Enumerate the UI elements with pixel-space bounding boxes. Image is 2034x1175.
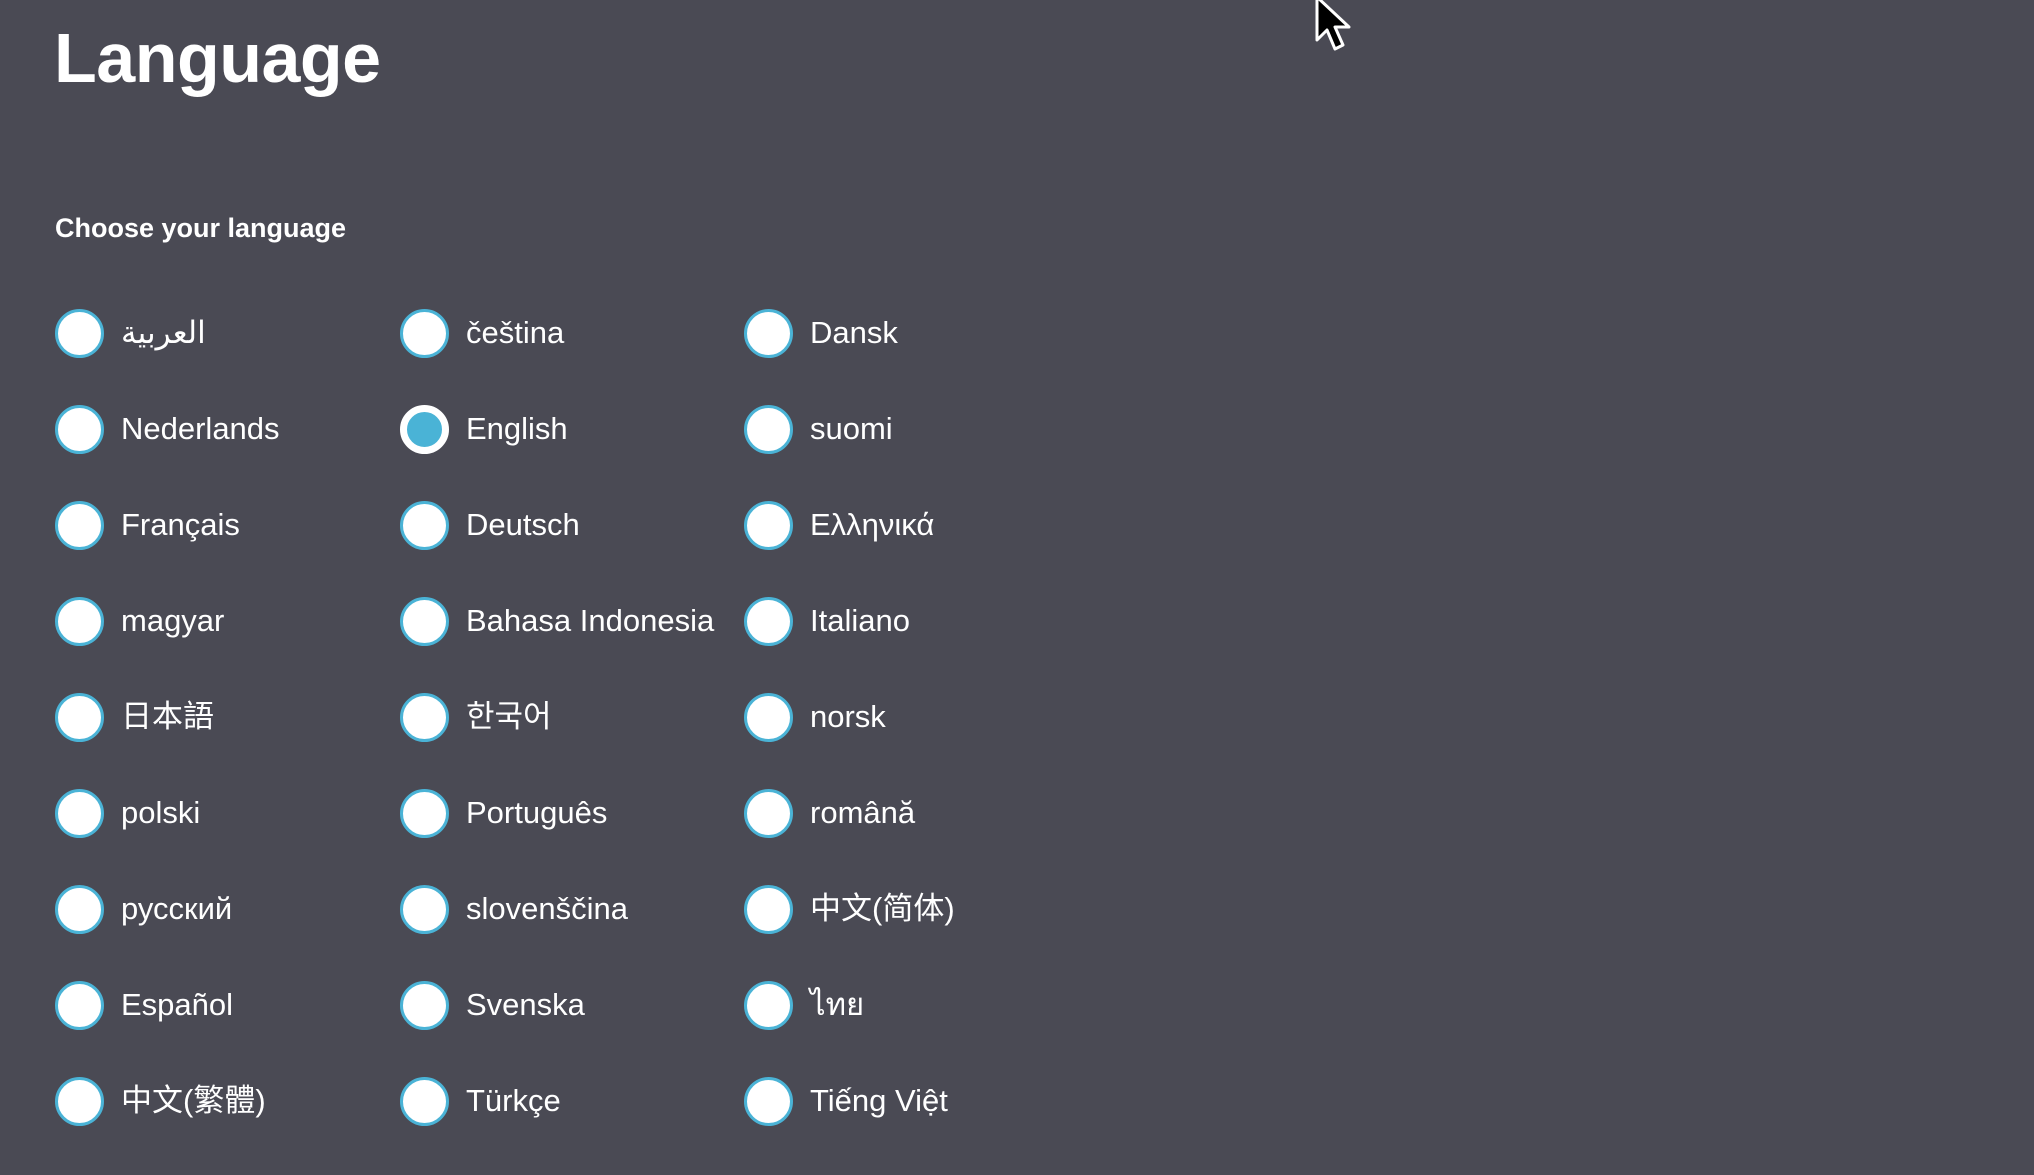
page-title: Language [54, 19, 381, 97]
language-settings-page: Language Choose your language العربية češ… [0, 0, 2034, 1175]
language-option-label: Français [121, 507, 240, 542]
language-option[interactable]: English [400, 381, 744, 477]
language-option[interactable]: 中文(繁體) [55, 1053, 400, 1149]
radio-button[interactable] [744, 692, 793, 742]
language-option[interactable]: Deutsch [400, 477, 744, 573]
language-option[interactable]: Türkçe [400, 1053, 744, 1149]
radio-button[interactable] [55, 1076, 104, 1126]
language-option[interactable]: slovenščina [400, 861, 744, 957]
section-subtitle: Choose your language [55, 213, 347, 243]
radio-button[interactable] [55, 308, 104, 358]
language-option[interactable]: Tiếng Việt [744, 1053, 1088, 1149]
language-option-label: Español [121, 987, 234, 1022]
language-option[interactable]: română [744, 765, 1088, 861]
language-option[interactable]: 한국어 [400, 669, 744, 765]
language-option-label: slovenščina [466, 891, 628, 926]
radio-button[interactable] [744, 788, 793, 838]
language-option-label: العربية [121, 315, 206, 350]
language-option-label: Svenska [466, 987, 585, 1022]
language-option[interactable]: русский [55, 861, 400, 957]
language-option-label: Deutsch [466, 507, 580, 542]
language-option-label: English [466, 411, 568, 446]
radio-button[interactable] [744, 404, 793, 454]
language-option-label: 中文(简体) [810, 891, 955, 926]
language-option[interactable]: magyar [55, 573, 400, 669]
language-option[interactable]: norsk [744, 669, 1088, 765]
radio-button[interactable] [400, 596, 449, 646]
language-radio-group: العربية čeština Dansk Nederlands English suom… [55, 285, 1088, 1149]
language-option[interactable]: polski [55, 765, 400, 861]
language-option[interactable]: Bahasa Indonesia [400, 573, 744, 669]
language-option-label: čeština [466, 315, 565, 350]
language-option[interactable]: Português [400, 765, 744, 861]
language-option[interactable]: Italiano [744, 573, 1088, 669]
language-option[interactable]: 中文(简体) [744, 861, 1088, 957]
language-option[interactable]: čeština [400, 285, 744, 381]
radio-button[interactable] [55, 596, 104, 646]
radio-button[interactable] [744, 500, 793, 550]
language-option[interactable]: Svenska [400, 957, 744, 1053]
language-option-label: norsk [810, 699, 886, 734]
language-option-label: 한국어 [466, 699, 552, 734]
language-option-label: русский [121, 891, 233, 926]
language-option-label: 中文(繁體) [121, 1083, 266, 1118]
language-option-label: română [810, 795, 916, 830]
radio-button[interactable] [55, 980, 104, 1030]
language-option-label: Tiếng Việt [810, 1083, 948, 1118]
radio-button[interactable] [55, 884, 104, 934]
language-option-label: magyar [121, 603, 225, 638]
radio-button[interactable] [744, 980, 793, 1030]
language-option-label: Ελληνικά [810, 507, 935, 542]
mouse-pointer-icon [1315, 0, 1351, 51]
language-option[interactable]: 日本語 [55, 669, 400, 765]
language-option[interactable]: suomi [744, 381, 1088, 477]
radio-button[interactable] [744, 596, 793, 646]
language-option-label: Bahasa Indonesia [466, 603, 715, 638]
language-option-label: Português [466, 795, 608, 830]
radio-button[interactable] [55, 500, 104, 550]
language-option-label: ไทย [810, 987, 865, 1022]
language-option-label: Nederlands [121, 411, 280, 446]
radio-button[interactable] [400, 308, 449, 358]
radio-button[interactable] [55, 788, 104, 838]
language-option-label: suomi [810, 411, 893, 446]
radio-button[interactable] [400, 884, 449, 934]
language-option[interactable]: Français [55, 477, 400, 573]
language-option[interactable]: Ελληνικά [744, 477, 1088, 573]
language-option-label: 日本語 [121, 699, 214, 734]
language-option[interactable]: Nederlands [55, 381, 400, 477]
radio-button[interactable] [400, 692, 449, 742]
language-option-label: Türkçe [466, 1083, 561, 1118]
radio-button[interactable] [400, 1076, 449, 1126]
radio-button[interactable] [744, 308, 793, 358]
radio-button[interactable] [400, 500, 449, 550]
radio-button[interactable] [400, 980, 449, 1030]
language-option[interactable]: Dansk [744, 285, 1088, 381]
radio-button[interactable] [55, 404, 104, 454]
language-option[interactable]: Español [55, 957, 400, 1053]
radio-button[interactable] [744, 884, 793, 934]
radio-button[interactable] [744, 1076, 793, 1126]
language-option-label: polski [121, 795, 201, 830]
language-option[interactable]: العربية [55, 285, 400, 381]
language-option-label: Italiano [810, 603, 910, 638]
language-option[interactable]: ไทย [744, 957, 1088, 1053]
radio-button-checked[interactable] [400, 404, 449, 454]
radio-button[interactable] [55, 692, 104, 742]
radio-button[interactable] [400, 788, 449, 838]
language-option-label: Dansk [810, 315, 898, 350]
